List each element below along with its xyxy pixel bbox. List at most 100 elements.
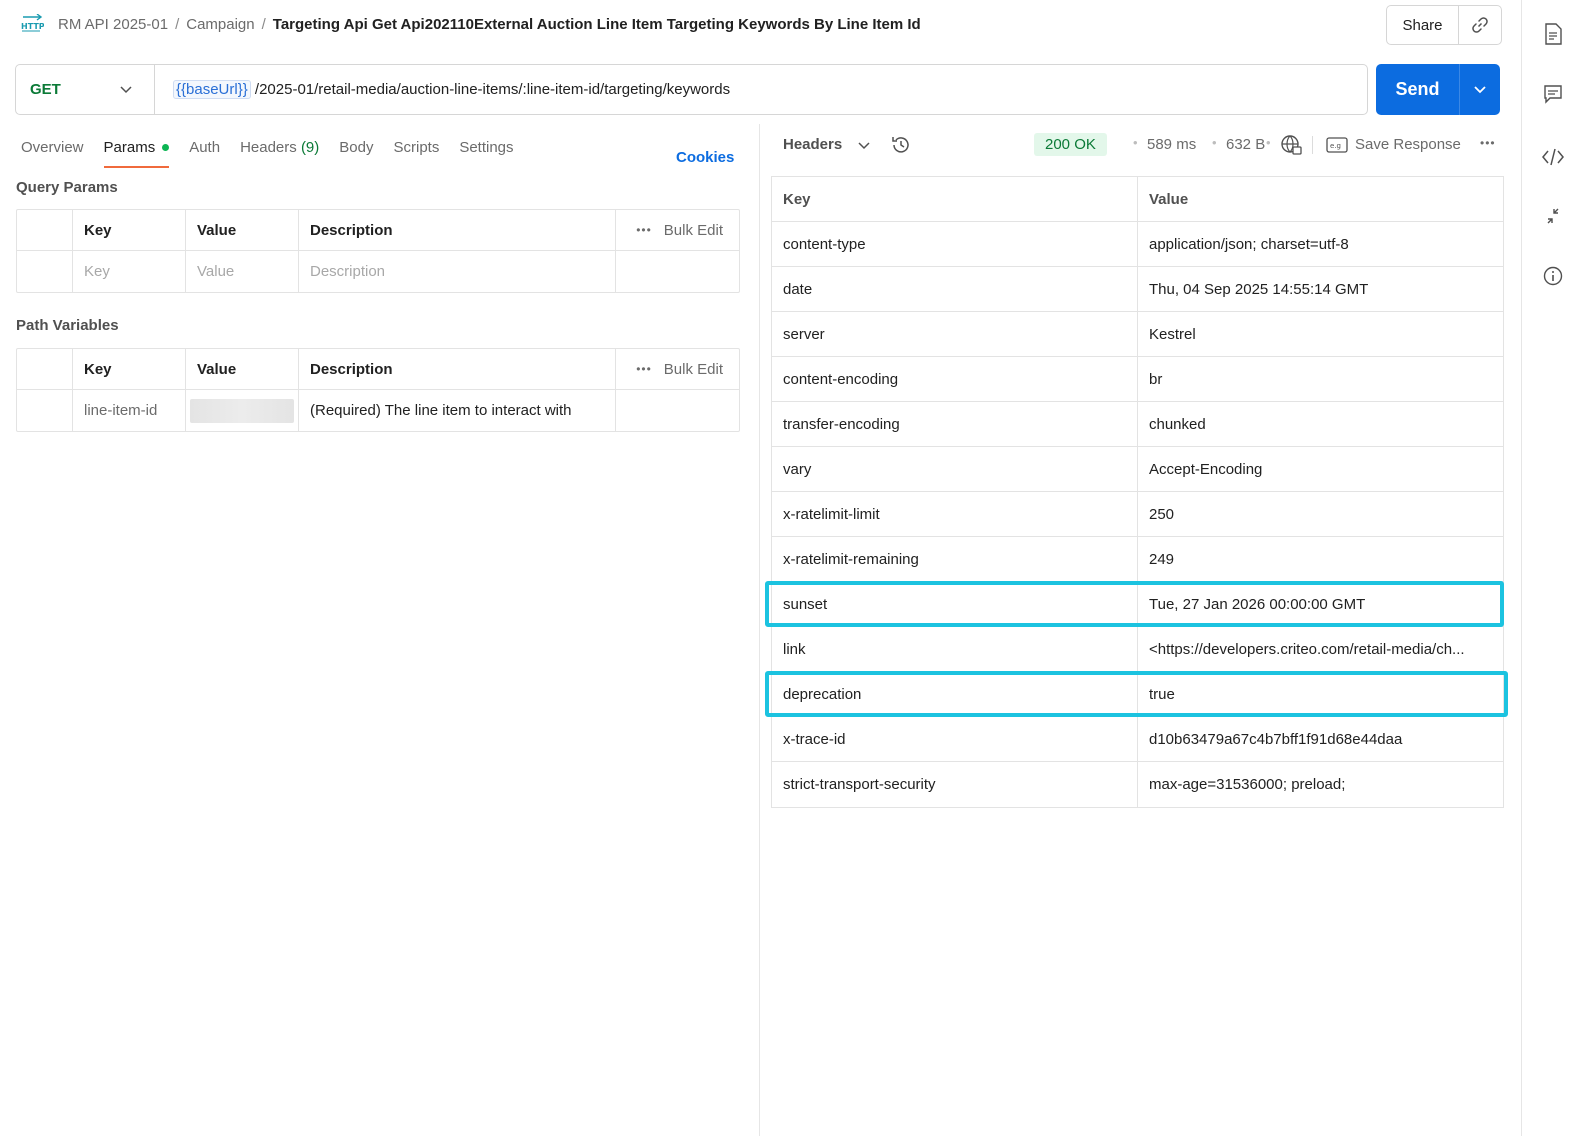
query-params-title: Query Params	[16, 179, 118, 196]
path-variable-value-input[interactable]	[186, 390, 299, 431]
bulk-edit-button[interactable]: Bulk Edit	[664, 222, 723, 239]
table-row: server Kestrel	[772, 312, 1503, 357]
table-row: Key Value Description	[17, 251, 739, 292]
table-header-row: Key Value Description ••• Bulk Edit	[17, 349, 739, 390]
table-row: x-ratelimit-remaining 249	[772, 537, 1503, 582]
table-actions: ••• Bulk Edit	[616, 210, 739, 250]
header-key: sunset	[772, 582, 1138, 626]
copy-link-button[interactable]	[1459, 6, 1501, 44]
header-key: x-ratelimit-remaining	[772, 537, 1138, 581]
headers-count: (9)	[300, 139, 320, 156]
url-input[interactable]: {{baseUrl}} /2025-01/retail-media/auctio…	[155, 80, 730, 99]
document-icon[interactable]	[1542, 23, 1564, 45]
header-key: x-ratelimit-limit	[772, 492, 1138, 536]
header-value: Tue, 27 Jan 2026 00:00:00 GMT	[1149, 595, 1366, 613]
header-value: Accept-Encoding	[1149, 460, 1263, 478]
response-toolbar: Headers 200 OK • 589 ms • 632 B • e.g Sa…	[783, 131, 1500, 161]
save-response-button[interactable]: Save Response	[1355, 136, 1461, 153]
header-value: br	[1149, 370, 1163, 388]
table-header-row: Key Value Description ••• Bulk Edit	[17, 210, 739, 251]
column-header-key: Key	[772, 177, 1138, 221]
tab-auth[interactable]: Auth	[189, 136, 220, 168]
code-icon[interactable]	[1542, 146, 1564, 168]
header-value: Thu, 04 Sep 2025 14:55:14 GMT	[1149, 280, 1369, 298]
header-value: 249	[1149, 550, 1175, 568]
request-tabs: Overview Params Auth Headers (9) Body Sc…	[21, 136, 534, 168]
http-icon: HTTP	[21, 14, 44, 32]
info-icon[interactable]	[1542, 265, 1564, 287]
send-button[interactable]: Send	[1376, 64, 1460, 115]
path-variable-description[interactable]: (Required) The line item to interact wit…	[299, 390, 616, 431]
table-row: x-ratelimit-limit 250	[772, 492, 1503, 537]
response-time[interactable]: 589 ms	[1147, 136, 1196, 153]
tab-headers[interactable]: Headers (9)	[240, 136, 319, 168]
table-actions: ••• Bulk Edit	[616, 349, 739, 389]
header-key: deprecation	[772, 672, 1138, 716]
cookies-link[interactable]: Cookies	[676, 149, 734, 166]
header-key: strict-transport-security	[772, 762, 1138, 807]
response-view-select[interactable]: Headers	[783, 136, 842, 153]
column-header-value: Value	[186, 349, 299, 389]
table-row: line-item-id (Required) The line item to…	[17, 390, 739, 431]
url-variable[interactable]: {{baseUrl}}	[173, 80, 251, 99]
tab-params[interactable]: Params	[103, 136, 170, 168]
top-bar: HTTP RM API 2025-01/Campaign / Targeting A…	[0, 0, 1510, 52]
description-input[interactable]: Description	[299, 251, 616, 292]
send-group: Send	[1376, 64, 1500, 115]
response-size[interactable]: 632 B	[1226, 136, 1265, 153]
header-value: 250	[1149, 505, 1175, 523]
method-label: GET	[30, 81, 61, 98]
params-indicator-dot	[162, 143, 170, 151]
table-row-highlighted: deprecation true	[765, 671, 1508, 717]
header-value: application/json; charset=utf-8	[1149, 235, 1349, 253]
request-title[interactable]: Targeting Api Get Api202110External Auct…	[273, 16, 921, 33]
query-params-table: Key Value Description ••• Bulk Edit Key …	[16, 209, 740, 293]
globe-lock-icon[interactable]	[1280, 134, 1302, 156]
svg-text:HTTP: HTTP	[21, 22, 44, 31]
path-variables-title: Path Variables	[16, 317, 119, 334]
history-icon[interactable]	[890, 134, 912, 156]
comment-icon[interactable]	[1542, 83, 1564, 105]
collapse-icon[interactable]	[1542, 205, 1564, 227]
url-bar: GET {{baseUrl}} /2025-01/retail-media/au…	[15, 64, 1368, 115]
key-input[interactable]: Key	[73, 251, 186, 292]
header-key: date	[772, 267, 1138, 311]
table-row: date Thu, 04 Sep 2025 14:55:14 GMT	[772, 267, 1503, 312]
redacted-value	[190, 398, 294, 423]
table-header-row: Key Value	[772, 177, 1503, 222]
breadcrumb-collection[interactable]: RM API 2025-01	[58, 16, 168, 33]
share-group: Share	[1386, 5, 1502, 45]
send-options-button[interactable]	[1460, 64, 1500, 115]
column-header-key: Key	[73, 210, 186, 250]
pane-divider[interactable]	[759, 124, 760, 1136]
value-input[interactable]: Value	[186, 251, 299, 292]
tab-settings[interactable]: Settings	[459, 136, 513, 168]
header-value: max-age=31536000; preload;	[1149, 776, 1346, 793]
more-options-icon[interactable]: •••	[636, 362, 652, 376]
chevron-down-icon	[1474, 85, 1486, 93]
tab-overview[interactable]: Overview	[21, 136, 84, 168]
table-row: vary Accept-Encoding	[772, 447, 1503, 492]
more-options-icon[interactable]: •••	[636, 223, 652, 237]
chevron-down-icon	[120, 86, 132, 94]
table-row: link <https://developers.criteo.com/retai…	[772, 627, 1503, 672]
tab-scripts[interactable]: Scripts	[393, 136, 439, 168]
header-key: content-type	[772, 222, 1138, 266]
header-key: content-encoding	[772, 357, 1138, 401]
bulk-edit-button[interactable]: Bulk Edit	[664, 361, 723, 378]
method-select[interactable]: GET	[16, 65, 155, 114]
status-badge[interactable]: 200 OK	[1034, 133, 1107, 156]
column-header-key: Key	[73, 349, 186, 389]
path-variable-key: line-item-id	[73, 390, 186, 431]
header-key: x-trace-id	[772, 717, 1138, 761]
header-key: link	[772, 627, 1138, 671]
share-button[interactable]: Share	[1387, 6, 1459, 44]
column-header-value: Value	[1149, 190, 1189, 208]
tab-body[interactable]: Body	[339, 136, 373, 168]
more-options-icon[interactable]: •••	[1480, 136, 1496, 150]
chevron-down-icon[interactable]	[857, 139, 871, 153]
table-row-highlighted: sunset Tue, 27 Jan 2026 00:00:00 GMT	[765, 581, 1504, 627]
header-key: transfer-encoding	[772, 402, 1138, 446]
breadcrumb-folder[interactable]: Campaign	[186, 16, 254, 33]
header-value: Kestrel	[1149, 325, 1196, 343]
